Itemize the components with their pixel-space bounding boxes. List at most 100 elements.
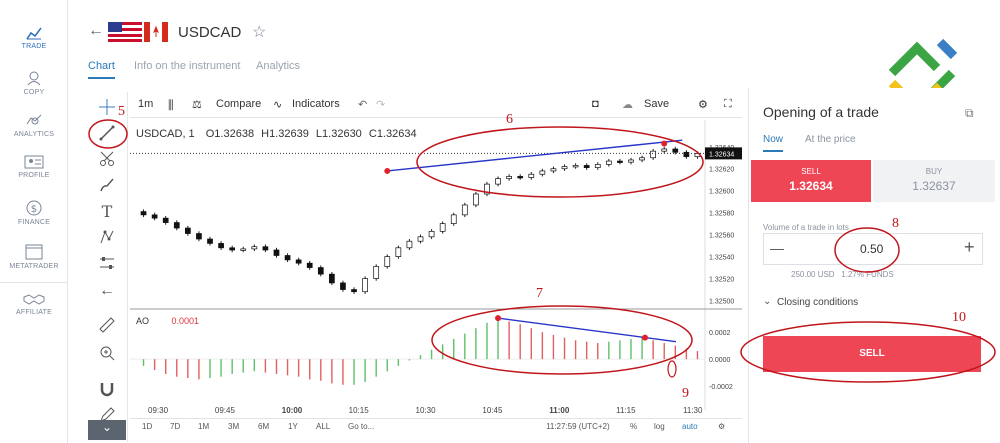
indicators-button[interactable]: Indicators [292,98,340,110]
svg-text:$: $ [31,204,38,215]
candle-body [218,243,224,249]
pattern-icon [100,230,114,244]
candle-body [373,266,380,279]
candle-body [506,176,512,179]
sell-label: SELL [801,167,821,176]
favorite-star-icon[interactable]: ☆ [252,22,266,42]
ao-tick-label: 0.0002 [709,330,731,337]
magnet-tool[interactable] [96,378,118,400]
x-tick-label: 10:30 [415,406,436,415]
prediction-tool[interactable] [96,252,118,274]
nav-metatrader[interactable]: METATRADER [0,244,68,270]
annotation-7: 7 [536,286,543,301]
candle-body [162,217,169,223]
sell-price-button[interactable]: SELL 1.32634 [751,160,871,202]
range-all[interactable]: ALL [316,422,330,431]
candle-body [284,255,291,261]
gear-icon[interactable]: ⚙ [698,98,708,111]
ao-value: 0.0001 [171,316,200,326]
magnet-icon [100,383,114,397]
candle-body [495,178,501,185]
candle-body [661,148,668,152]
nav-affiliate[interactable]: AFFILIATE [0,292,68,316]
last-price-label: 1.32634 [709,151,734,158]
ruler-tool[interactable] [96,314,118,336]
annotation-ellipse-8 [834,227,900,273]
clock-time: 11:27:59 (UTC+2) [546,422,610,431]
nav-trade[interactable]: TRADE [0,26,68,50]
goto-button[interactable]: Go to... [348,422,374,431]
chevron-down-icon[interactable]: ⌄ [88,420,126,440]
y-tick-label: 1.32620 [709,167,734,174]
save-button[interactable]: Save [644,98,669,110]
undo-icon[interactable]: ↶ [358,98,367,111]
range-6m[interactable]: 6M [258,422,269,431]
handshake-icon [23,294,45,305]
nav-profile[interactable]: PROFILE [0,155,68,179]
buy-price-button[interactable]: BUY 1.32637 [873,160,995,202]
fullscreen-icon[interactable]: ⛶ [724,98,732,111]
candles-icon[interactable]: ⫼ [168,98,174,113]
x-tick-label: 09:30 [148,406,169,415]
annotation-ellipse-7 [431,305,693,375]
tab-info[interactable]: Info on the instrument [134,60,240,72]
candle-body [262,246,269,251]
settings-small-icon[interactable]: ⚙ [718,422,725,431]
range-7d[interactable]: 7D [170,422,180,431]
annotation-ellipse-10 [740,321,996,383]
range-1y[interactable]: 1Y [288,422,298,431]
text-tool[interactable]: T [96,200,118,222]
ao-legend: AO 0.0001 [136,316,199,326]
annotation-9: 9 [682,386,689,401]
popout-icon[interactable]: ⧉ [965,106,974,121]
brush-icon [100,178,114,192]
indicators-icon: ∿ [273,99,283,111]
brush-tool[interactable] [96,174,118,196]
zoom-tool[interactable] [96,342,118,364]
annotation-ellipse-9 [667,360,677,378]
camera-icon[interactable]: ◘ [592,98,599,110]
back-tool[interactable]: ← [96,280,118,302]
candle-body [461,204,468,216]
range-3m[interactable]: 3M [228,422,239,431]
candle-body [329,273,335,284]
range-1d[interactable]: 1D [142,422,152,431]
nav-copy[interactable]: COPY [0,70,68,96]
candle-body [251,246,258,250]
nav-analytics[interactable]: ANALYTICS [0,112,68,138]
legend-symbol: USDCAD, 1 [136,128,195,140]
tab-analytics[interactable]: Analytics [256,60,300,72]
candle-body [672,148,679,153]
pattern-tool[interactable] [96,226,118,248]
candle-body [295,259,302,264]
log-toggle[interactable]: log [654,422,665,431]
price-chart[interactable]: 1.326401.326201.326001.325801.325601.325… [130,120,742,410]
candle-body [362,278,368,293]
candle-body [306,262,313,268]
percent-toggle[interactable]: % [630,422,637,431]
annotation-6: 6 [506,112,513,127]
trade-panel-title: Opening of a trade [763,104,879,120]
tab-now[interactable]: Now [763,134,784,152]
trend-point [661,140,668,147]
compare-button[interactable]: Compare [216,98,261,110]
ohlc-legend: USDCAD, 1 O1.32638 H1.32639 L1.32630 C1.… [136,128,417,140]
annotation-5: 5 [118,104,125,119]
candle-body [340,282,346,290]
nav-finance[interactable]: $ FINANCE [0,200,68,226]
chart-icon [26,27,42,40]
y-tick-label: 1.32500 [709,299,734,306]
sliders-icon [100,257,114,269]
back-arrow-icon[interactable]: ← [88,22,104,40]
auto-toggle[interactable]: auto [682,422,698,431]
profile-icon [24,155,44,169]
nav-divider [0,282,68,283]
tab-chart[interactable]: Chart [88,60,115,79]
redo-icon[interactable]: ↷ [376,98,385,111]
symbol-title: USDCAD [178,24,242,41]
ao-tick-label: 0.0000 [709,357,731,364]
trend-point [384,167,391,174]
range-1m[interactable]: 1M [198,422,209,431]
y-tick-label: 1.32540 [709,255,734,262]
tab-at-price[interactable]: At the price [805,134,856,145]
